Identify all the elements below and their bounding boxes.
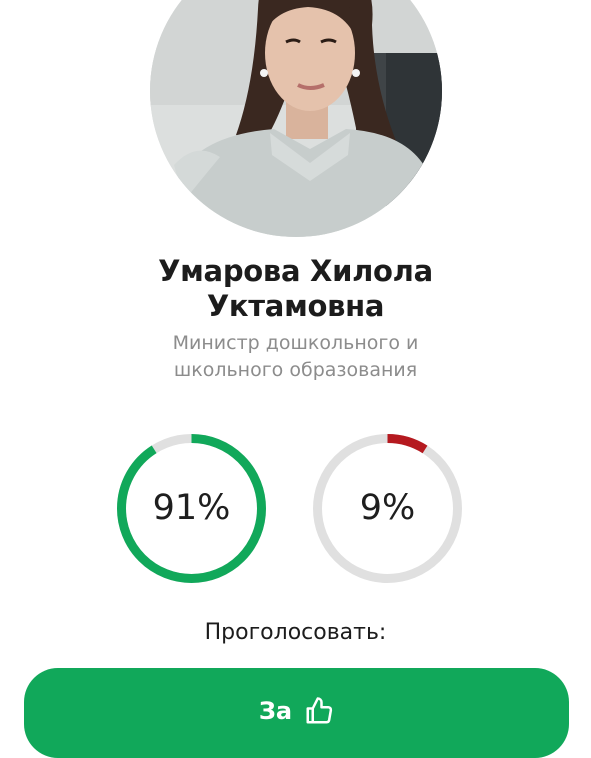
role-line-2: школьного образования xyxy=(173,359,418,381)
avatar xyxy=(150,0,442,237)
vote-for-button-label: За xyxy=(258,697,293,725)
vote-for-button[interactable]: За xyxy=(24,668,569,758)
name-line-2: Уктамовна xyxy=(206,289,385,323)
profile-name: Умарова Хилола Уктамовна xyxy=(0,254,591,324)
for-percent-gauge: 91% xyxy=(114,431,269,586)
vote-prompt: Проголосовать: xyxy=(204,620,387,645)
against-percent-value: 9% xyxy=(359,488,416,528)
profile-role: Министр дошкольного и школьного образова… xyxy=(0,330,591,384)
for-percent-value: 91% xyxy=(152,488,231,528)
thumbs-up-icon xyxy=(304,696,334,726)
portrait-photo xyxy=(150,0,442,237)
role-line-1: Министр дошкольного и xyxy=(172,332,419,354)
name-line-1: Умарова Хилола xyxy=(158,254,433,288)
against-percent-gauge: 9% xyxy=(310,431,465,586)
